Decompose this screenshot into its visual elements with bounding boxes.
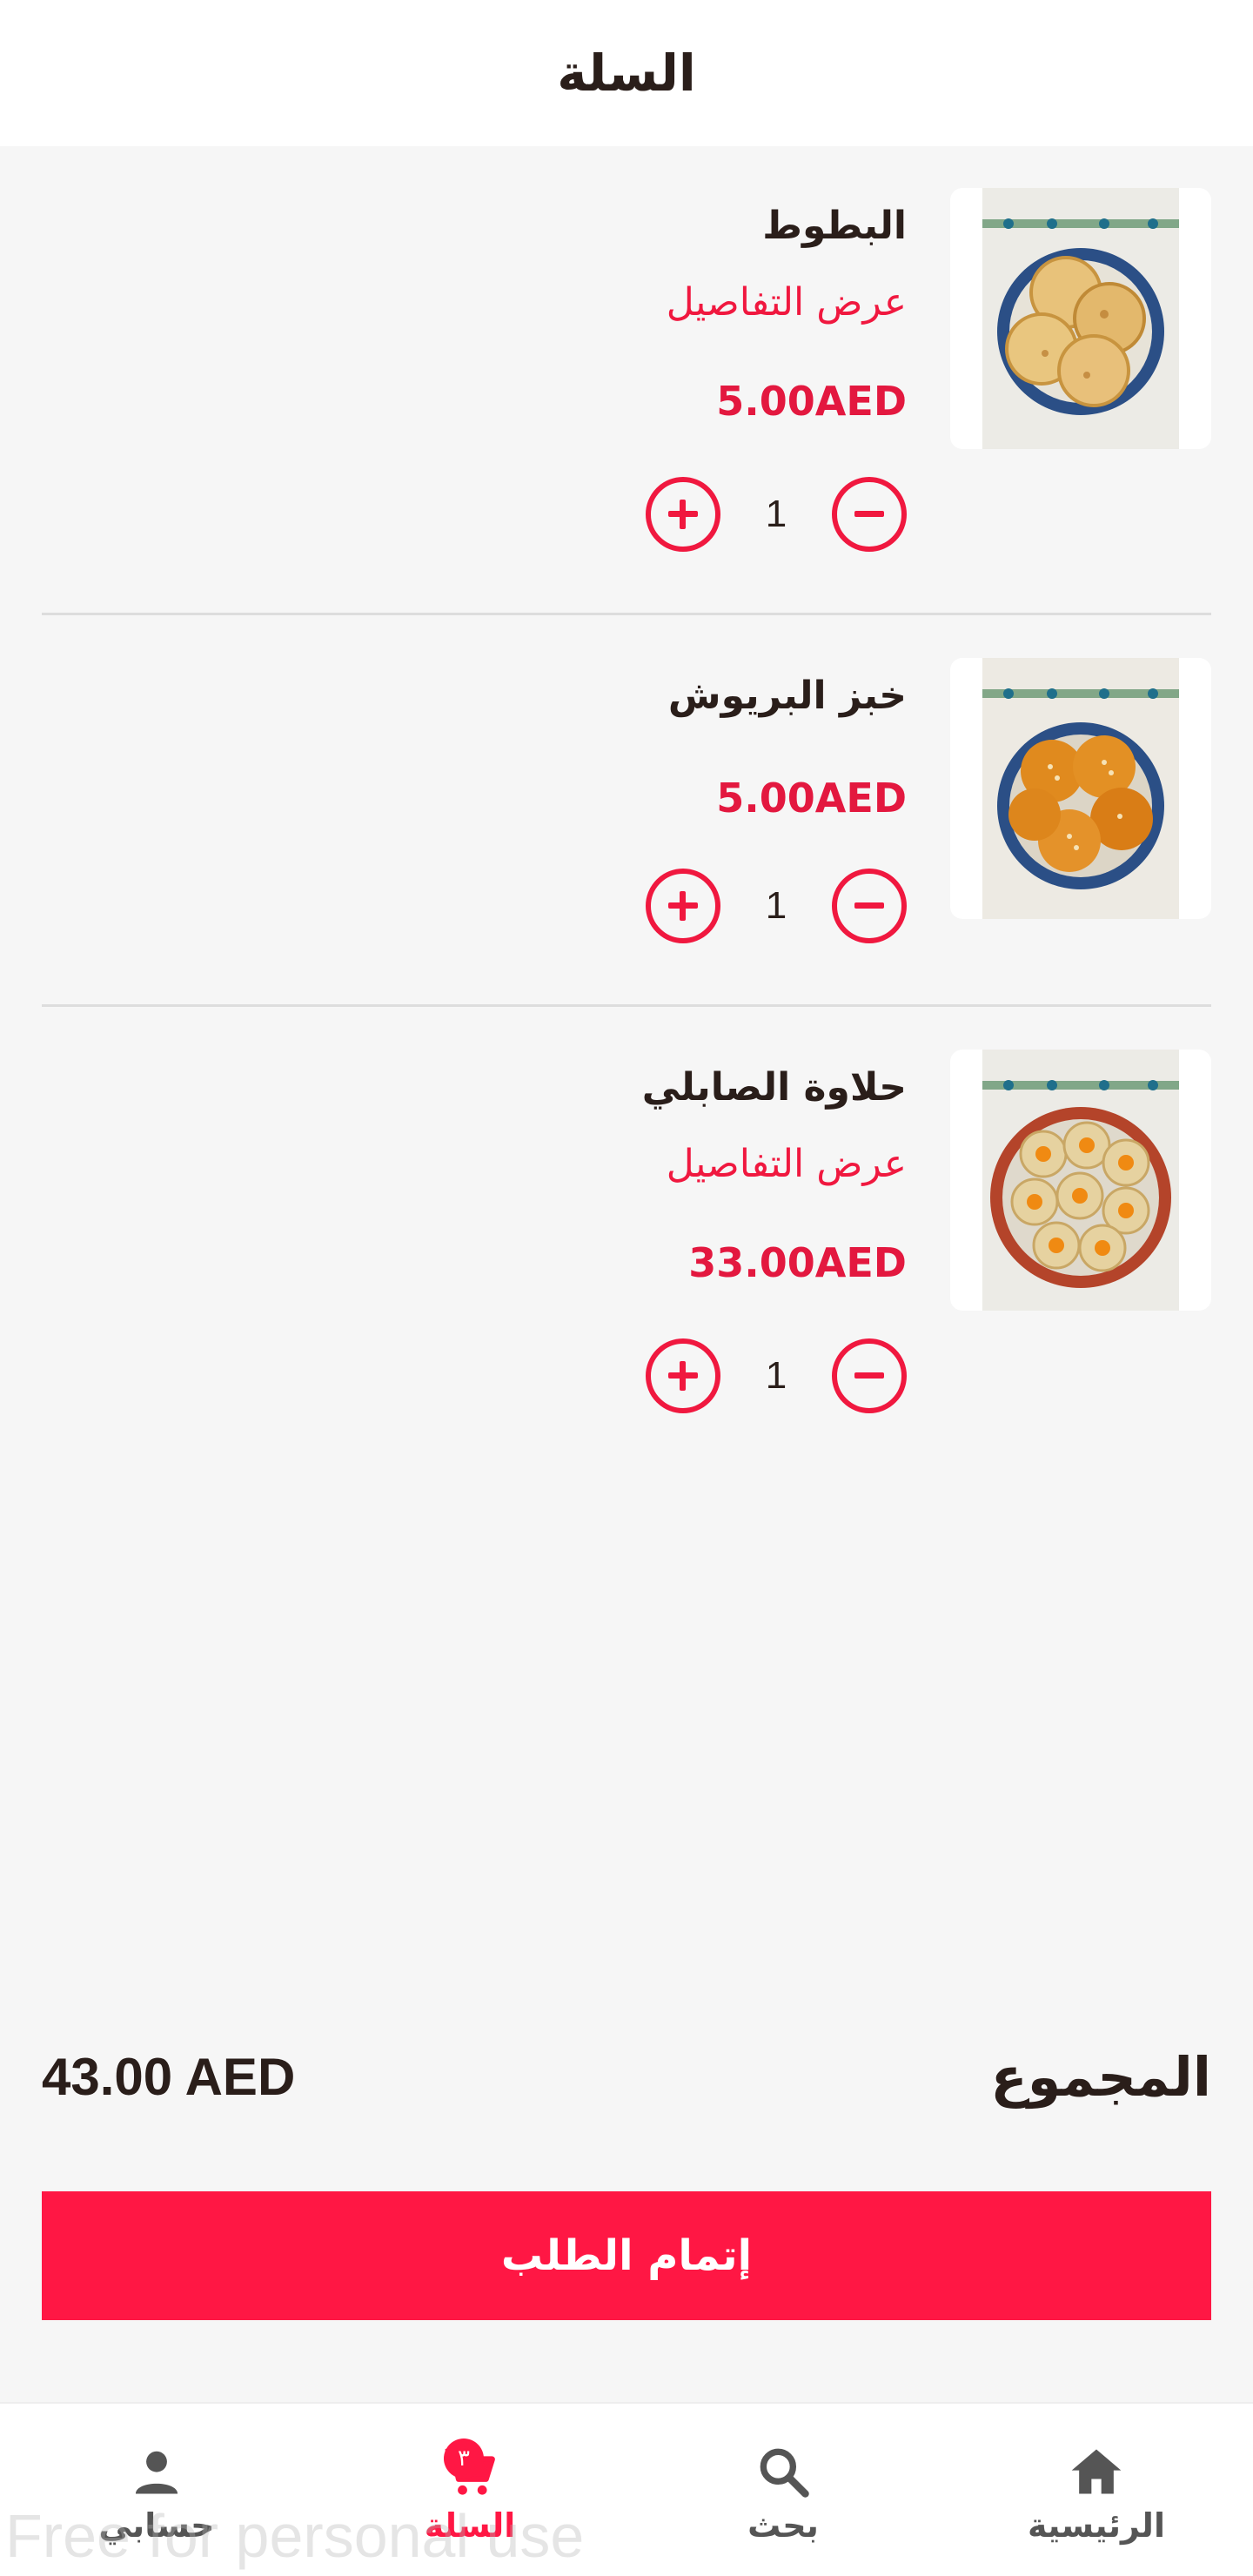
bottom-nav: الرئيسية بحث ٣ السلة حسابي [0,2402,1253,2576]
item-price: 5.00AED [716,775,907,822]
view-details-link[interactable]: عرض التفاصيل [667,280,907,325]
plus-icon [668,500,698,529]
cart-item: البطوط عرض التفاصيل 5.00AED 1 [0,188,1253,588]
minus-icon [854,511,884,517]
cart-item: خبز البريوش 5.00AED 1 [0,658,1253,1006]
item-name: خبز البريوش [667,674,907,718]
app-header: السلة [0,0,1253,146]
quantity-value: 1 [765,884,787,927]
nav-label: الرئيسية [1028,2506,1165,2545]
quantity-value: 1 [765,493,787,535]
plus-icon [668,1361,698,1391]
nav-label: حسابي [98,2506,215,2545]
decrease-quantity-button[interactable] [832,477,907,552]
nav-home[interactable]: الرئيسية [940,2404,1253,2576]
nav-account[interactable]: حسابي [0,2404,313,2576]
decrease-quantity-button[interactable] [832,869,907,943]
view-details-link[interactable]: عرض التفاصيل [667,1142,907,1186]
nav-search[interactable]: بحث [626,2404,940,2576]
increase-quantity-button[interactable] [646,1338,720,1413]
product-image[interactable] [950,658,1211,919]
cart-badge: ٣ [444,2438,484,2479]
nav-label: بحث [747,2506,819,2545]
increase-quantity-button[interactable] [646,477,720,552]
cart-item: حلاوة الصابلي عرض التفاصيل 33.00AED 1 [0,1050,1253,1415]
brioche-plate-photo [982,658,1179,919]
quantity-value: 1 [765,1354,787,1397]
item-divider [42,613,1211,615]
quantity-stepper: 1 [646,477,907,552]
quantity-stepper: 1 [646,1338,907,1413]
nav-cart[interactable]: ٣ السلة [313,2404,626,2576]
quantity-stepper: 1 [646,869,907,943]
decrease-quantity-button[interactable] [832,1338,907,1413]
item-name: البطوط [762,204,907,248]
product-image[interactable] [950,1050,1211,1311]
increase-quantity-button[interactable] [646,869,720,943]
total-value: 43.00 AED [42,2048,296,2106]
checkout-button[interactable]: إتمام الطلب [42,2191,1211,2320]
product-image[interactable] [950,188,1211,449]
total-label: المجموع [990,2045,1211,2109]
cart-screen: السلة البطوط عرض التفاصيل 5.00AED 1 خبز … [0,0,1253,2576]
minus-icon [854,902,884,909]
item-price: 33.00AED [688,1239,907,1286]
item-price: 5.00AED [716,378,907,425]
sable-cookies-plate-photo [982,1050,1179,1311]
item-name: حلاوة الصابلي [641,1065,907,1110]
batbout-plate-photo [982,188,1179,449]
page-title: السلة [557,44,696,103]
person-icon [135,2451,178,2494]
item-divider [42,1004,1211,1007]
search-icon [760,2448,809,2498]
plus-icon [668,891,698,921]
minus-icon [854,1372,884,1379]
nav-label: السلة [424,2506,516,2545]
home-icon [1071,2449,1122,2494]
